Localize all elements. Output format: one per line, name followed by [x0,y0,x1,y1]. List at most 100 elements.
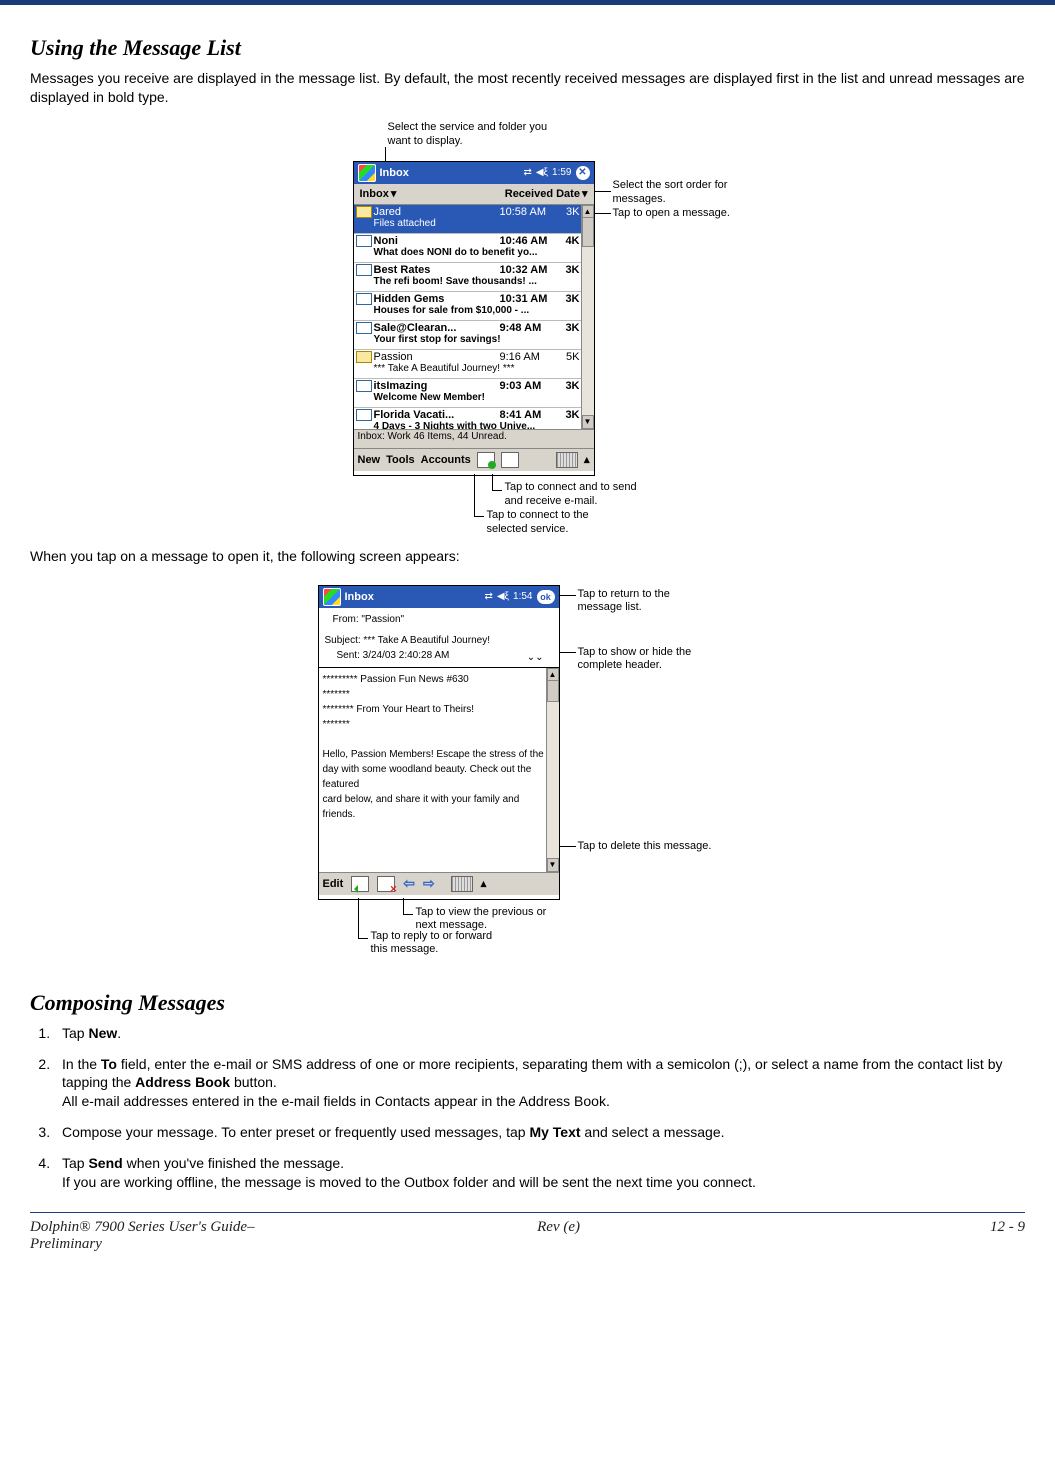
message-row[interactable]: Hidden Gems10:31 AM3KHouses for sale fro… [354,292,594,321]
footer-right: 12 - 9 [714,1219,1025,1253]
connect-icon[interactable] [477,452,495,468]
clock-time: 1:54 [513,591,532,602]
folder-dropdown[interactable]: Inbox ▾ [360,187,397,200]
step-1: Tap New. [54,1024,1025,1043]
envelope-icon [356,322,372,334]
scroll-down-icon[interactable]: ▼ [582,415,594,429]
body-line: ******* [323,687,545,702]
envelope-icon [356,380,372,392]
clock-time: 1:59 [552,167,571,178]
section-title-1: Using the Message List [30,35,1025,61]
menu-accounts[interactable]: Accounts [421,454,471,466]
message-row[interactable]: Sale@Clearan...9:48 AM3KYour first stop … [354,321,594,350]
callout-delete: Tap to delete this message. [578,840,738,854]
callout-tap-open: Tap to open a message. [613,207,773,221]
sync-icon[interactable]: ⇄ [484,591,492,602]
send-receive-icon[interactable] [501,452,519,468]
footer-left-1: Dolphin® 7900 Series User's Guide– [30,1219,255,1235]
steps-list: Tap New. In the To field, enter the e-ma… [30,1024,1025,1192]
subject-line: Subject: *** Take A Beautiful Journey! [325,633,553,648]
envelope-icon [356,264,372,276]
volume-icon[interactable]: ◀ξ [497,591,509,602]
keyboard-icon[interactable] [556,452,578,468]
device-screen-message: Inbox ⇄ ◀ξ 1:54 ok From: "Passion" Subje… [318,585,560,900]
section-title-2: Composing Messages [30,990,1025,1016]
list-subheader: Inbox ▾ Received Date ▾ [354,184,594,205]
chevron-down-icon: ▾ [391,187,397,200]
next-message-icon[interactable]: ⇨ [423,875,435,892]
scroll-thumb[interactable] [582,217,594,247]
message-list[interactable]: Jared10:58 AM3KFiles attachedNoni10:46 A… [354,205,594,429]
para-1: Messages you receive are displayed in th… [30,69,1025,107]
sent-line: Sent: 3/24/03 2:40:28 AM [325,648,553,663]
header-toggle-icon[interactable]: ⌄⌄ [527,650,544,665]
start-icon[interactable] [323,588,341,606]
device-screen-list: Inbox ⇄ ◀ξ 1:59 ✕ Inbox ▾ Received Date … [353,161,595,476]
sort-dropdown[interactable]: Received Date ▾ [505,187,588,200]
menu-bar: New Tools Accounts ▴ [354,449,594,471]
menu-edit[interactable]: Edit [323,878,344,890]
callout-prev-next: Tap to view the previous or next message… [416,906,566,934]
top-header-bar [0,0,1055,5]
message-row[interactable]: itsImazing9:03 AM3KWelcome New Member! [354,379,594,408]
message-row[interactable]: Noni10:46 AM4KWhat does NONI do to benef… [354,234,594,263]
menu-tools[interactable]: Tools [386,454,415,466]
sync-icon[interactable]: ⇄ [523,167,531,178]
title-text: Inbox [380,167,409,179]
callout-header-toggle: Tap to show or hide the complete header. [578,646,718,674]
step-4: Tap Send when you've finished the messag… [54,1154,1025,1192]
envelope-icon [356,351,372,363]
prev-message-icon[interactable]: ⇦ [403,875,415,892]
message-row[interactable]: Passion9:16 AM5K*** Take A Beautiful Jou… [354,350,594,379]
page-footer: Dolphin® 7900 Series User's Guide– Preli… [0,1219,1055,1263]
volume-icon[interactable]: ◀ξ [536,167,548,178]
footer-rule [30,1212,1025,1213]
figure-message-list: Select the service and folder you want t… [273,121,783,541]
callout-folder-select: Select the service and folder you want t… [388,121,548,149]
message-row[interactable]: Best Rates10:32 AM3KThe refi boom! Save … [354,263,594,292]
menu-up-icon[interactable]: ▴ [584,453,590,466]
menu-new[interactable]: New [358,454,381,466]
envelope-icon [356,293,372,305]
message-row[interactable]: Florida Vacati...8:41 AM3K4 Days - 3 Nig… [354,408,594,429]
title-text: Inbox [345,591,374,603]
chevron-down-icon: ▾ [582,187,588,200]
scroll-thumb[interactable] [547,680,559,702]
body-line: ******** From Your Heart to Theirs! [323,702,545,717]
message-row[interactable]: Jared10:58 AM3KFiles attached [354,205,594,234]
status-bar: Inbox: Work 46 Items, 44 Unread. [354,429,594,449]
scroll-down-icon[interactable]: ▼ [547,858,559,872]
start-icon[interactable] [358,164,376,182]
footer-center: Rev (e) [403,1219,714,1253]
close-icon[interactable]: ✕ [576,166,590,180]
message-body: ********* Passion Fun News #630*********… [319,668,559,873]
step-3: Compose your message. To enter preset or… [54,1123,1025,1142]
scrollbar[interactable]: ▲ ▼ [546,668,559,872]
callout-sort-order: Select the sort order for messages. [613,179,753,207]
menu-bar: Edit ⇦ ⇨ ▴ [319,873,559,895]
body-line: ********* Passion Fun News #630 [323,672,545,687]
figure-message-open: Tap to return to the message list. Tap t… [278,580,778,970]
body-line: day with some woodland beauty. Check out… [323,762,545,792]
body-line [323,732,545,747]
menu-up-icon[interactable]: ▴ [481,877,487,890]
callout-send-receive: Tap to connect and to send and receive e… [505,481,645,509]
callout-return: Tap to return to the message list. [578,588,698,616]
scrollbar[interactable]: ▲ ▼ [581,205,594,429]
delete-icon[interactable] [377,876,395,892]
message-header: From: "Passion" Subject: *** Take A Beau… [319,608,559,668]
reply-icon[interactable] [351,876,369,892]
envelope-icon [356,409,372,421]
body-line: card below, and share it with your famil… [323,792,545,822]
body-line: Hello, Passion Members! Escape the stres… [323,747,545,762]
body-line: ******* [323,717,545,732]
para-2: When you tap on a message to open it, th… [30,547,1025,566]
envelope-icon [356,235,372,247]
from-line: From: "Passion" [325,612,553,627]
keyboard-icon[interactable] [451,876,473,892]
envelope-icon [356,206,372,218]
ok-button[interactable]: ok [537,590,555,604]
callout-connect: Tap to connect to the selected service. [487,509,627,537]
title-bar: Inbox ⇄ ◀ξ 1:54 ok [319,586,559,608]
callout-reply: Tap to reply to or forward this message. [371,930,511,958]
